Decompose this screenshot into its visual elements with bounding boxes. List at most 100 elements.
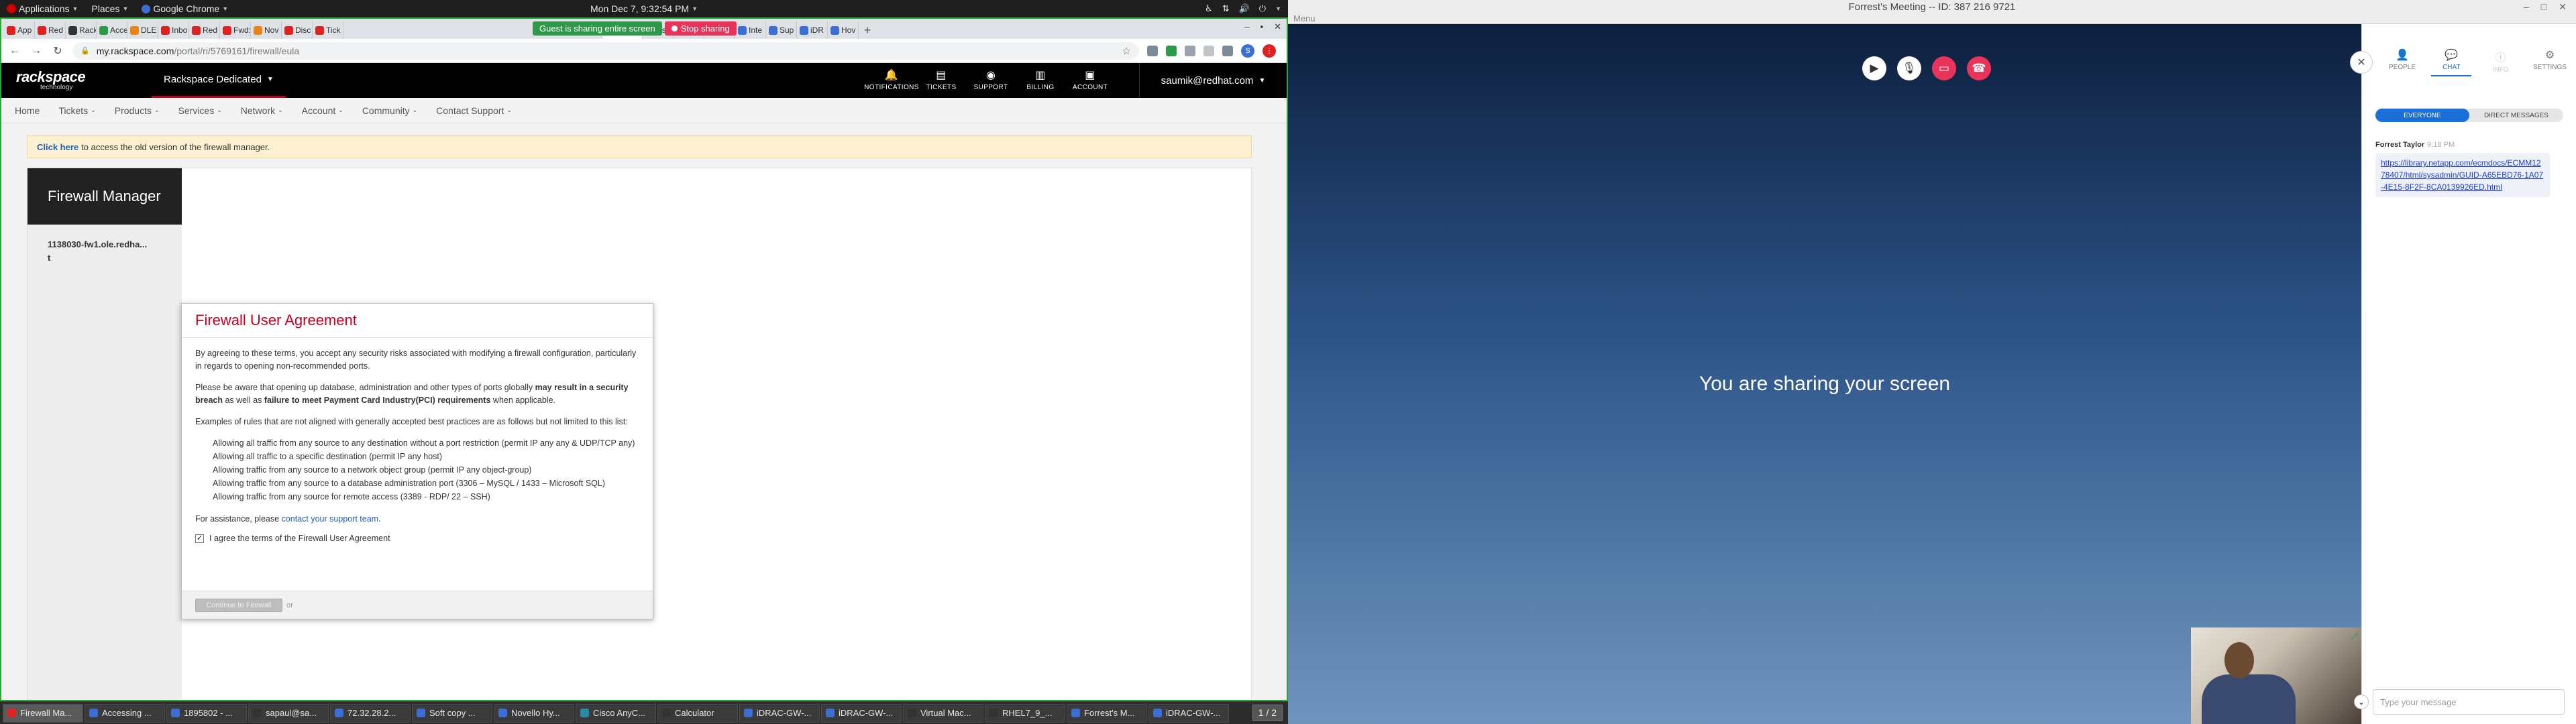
scroll-down-icon[interactable]: ⌄ bbox=[2354, 695, 2369, 709]
taskbar-item[interactable]: Cisco AnyC... bbox=[576, 703, 656, 723]
browser-tab[interactable]: Acce bbox=[97, 21, 127, 39]
header-billing[interactable]: ▥ BILLING bbox=[1016, 63, 1065, 98]
new-tab-button[interactable]: + bbox=[859, 21, 876, 39]
cancel-link[interactable]: or bbox=[286, 601, 293, 609]
extension-icon[interactable] bbox=[1166, 45, 1177, 56]
extension-icon[interactable] bbox=[1147, 45, 1158, 56]
taskbar-item[interactable]: sapaul@sa... bbox=[248, 703, 329, 723]
reload-icon[interactable]: ↻ bbox=[51, 44, 64, 58]
lock-icon[interactable]: 🔒 bbox=[80, 46, 90, 55]
chrome-menu-icon[interactable]: ⋮ bbox=[1263, 44, 1276, 58]
minimize-icon[interactable]: – bbox=[2524, 1, 2529, 13]
contact-support-link[interactable]: contact your support team bbox=[282, 514, 379, 524]
taskbar-item[interactable]: 72.32.28.2... bbox=[330, 703, 411, 723]
extension-icon[interactable] bbox=[1185, 45, 1195, 56]
browser-tab[interactable]: Tick bbox=[313, 21, 343, 39]
forward-icon[interactable]: → bbox=[30, 45, 43, 57]
accessibility-icon[interactable]: ♿ bbox=[1205, 3, 1213, 14]
continue-button[interactable]: Continue to Firewall bbox=[195, 598, 282, 612]
nav-services[interactable]: Services ⌄ bbox=[178, 105, 222, 116]
taskbar-item[interactable]: iDRAC-GW-... bbox=[1148, 703, 1229, 723]
browser-tab[interactable]: Hov bbox=[828, 21, 859, 39]
screen-share-button[interactable]: ▭ bbox=[1932, 56, 1956, 80]
everyone-option[interactable]: EVERYONE bbox=[2375, 109, 2469, 122]
address-bar[interactable]: 🔒 my.rackspace.com/portal/ri/5769161/fir… bbox=[72, 42, 1139, 60]
taskbar-item[interactable]: Calculator bbox=[657, 703, 738, 723]
user-menu[interactable]: saumik@redhat.com ▼ bbox=[1139, 63, 1287, 98]
camera-toggle-button[interactable]: ▶ bbox=[1862, 56, 1886, 80]
browser-tab[interactable]: Rack bbox=[66, 21, 97, 39]
nav-account[interactable]: Account ⌄ bbox=[302, 105, 343, 116]
browser-tab[interactable]: Nov bbox=[251, 21, 282, 39]
taskbar-item[interactable]: 1895802 - ... bbox=[166, 703, 247, 723]
header-notifications[interactable]: 🔔 NOTIFICATIONS bbox=[864, 63, 918, 98]
taskbar-item[interactable]: iDRAC-GW-... bbox=[821, 703, 902, 723]
taskbar-item[interactable]: Virtual Mac... bbox=[903, 703, 983, 723]
extension-icon[interactable] bbox=[1203, 45, 1214, 56]
product-switcher[interactable]: Rackspace Dedicated ▼ bbox=[152, 63, 286, 98]
close-icon[interactable]: ✕ bbox=[2559, 1, 2567, 13]
browser-tab[interactable]: DLE bbox=[127, 21, 158, 39]
back-icon[interactable]: ← bbox=[8, 45, 21, 57]
taskbar-item[interactable]: iDRAC-GW-... bbox=[739, 703, 820, 723]
browser-tab[interactable]: Red bbox=[35, 21, 66, 39]
tab-chat[interactable]: 💬 CHAT bbox=[2431, 48, 2472, 76]
minimize-icon[interactable]: – bbox=[1244, 21, 1249, 32]
clock[interactable]: Mon Dec 7, 9:32:54 PM ▼ bbox=[590, 0, 698, 17]
chat-message-input[interactable]: Type your message bbox=[2373, 689, 2565, 715]
stop-sharing-button[interactable]: Stop sharing bbox=[664, 21, 737, 36]
browser-tab[interactable]: Inbo bbox=[158, 21, 189, 39]
nav-network[interactable]: Network ⌄ bbox=[241, 105, 283, 116]
places-menu[interactable]: Places ▼ bbox=[85, 0, 135, 17]
nav-tickets[interactable]: Tickets ⌄ bbox=[58, 105, 95, 116]
power-icon[interactable]: ⏻ bbox=[1259, 3, 1266, 14]
maximize-icon[interactable]: ▪ bbox=[1260, 21, 1263, 32]
close-icon[interactable]: ✕ bbox=[1274, 21, 1281, 32]
workspace-indicator[interactable]: 1 / 2 bbox=[1252, 705, 1283, 721]
agree-label[interactable]: I agree the terms of the Firewall User A… bbox=[209, 534, 390, 543]
message-link[interactable]: https://library.netapp.com/ecmdocs/ECMM1… bbox=[2375, 153, 2550, 197]
volume-icon[interactable]: 🔊 bbox=[1239, 3, 1250, 14]
tab-people[interactable]: 👤 PEOPLE bbox=[2382, 48, 2422, 76]
nav-community[interactable]: Community ⌄ bbox=[362, 105, 417, 116]
mic-toggle-button[interactable]: 🎙 bbox=[1897, 56, 1921, 80]
extension-icon[interactable] bbox=[1222, 45, 1233, 56]
taskbar-item[interactable]: Firewall Ma... bbox=[3, 703, 83, 723]
bookmark-star-icon[interactable]: ☆ bbox=[1122, 45, 1131, 57]
applications-menu[interactable]: Applications ▼ bbox=[0, 0, 85, 17]
taskbar-item[interactable]: Soft copy ... bbox=[412, 703, 492, 723]
nav-home[interactable]: Home bbox=[15, 105, 40, 116]
profile-avatar[interactable]: S bbox=[1241, 44, 1254, 58]
active-app-label: Google Chrome bbox=[153, 3, 220, 14]
browser-tab[interactable]: App bbox=[4, 21, 35, 39]
nav-contact-support[interactable]: Contact Support ⌄ bbox=[436, 105, 512, 116]
header-support[interactable]: ◉ SUPPORT bbox=[966, 63, 1016, 98]
network-icon[interactable]: ⇅ bbox=[1222, 3, 1230, 14]
expand-video-icon[interactable]: ⤢ bbox=[2351, 631, 2357, 642]
rackspace-logo[interactable]: rackspace technology bbox=[1, 70, 149, 91]
nav-products[interactable]: Products ⌄ bbox=[115, 105, 160, 116]
taskbar-item[interactable]: Forrest's M... bbox=[1067, 703, 1147, 723]
browser-tab[interactable]: Sup bbox=[766, 21, 797, 39]
browser-tab[interactable]: Inte bbox=[735, 21, 766, 39]
browser-tab[interactable]: Fwd: bbox=[220, 21, 251, 39]
taskbar-item[interactable]: Accessing ... bbox=[85, 703, 165, 723]
zoom-menu[interactable]: Menu bbox=[1293, 13, 1316, 23]
browser-tab[interactable]: Disc bbox=[282, 21, 313, 39]
self-video-thumbnail[interactable]: ⤢ bbox=[2191, 627, 2361, 724]
chevron-down-icon[interactable]: ▼ bbox=[1275, 5, 1281, 12]
header-tickets[interactable]: ▤ TICKETS bbox=[916, 63, 966, 98]
maximize-icon[interactable]: □ bbox=[2541, 1, 2546, 13]
close-sidebar-button[interactable]: ✕ bbox=[2350, 51, 2373, 74]
tab-info[interactable]: ⓘ INFO bbox=[2481, 48, 2521, 76]
leave-meeting-button[interactable]: ☎ bbox=[1967, 56, 1991, 80]
agree-checkbox[interactable]: ✓ bbox=[195, 534, 204, 543]
taskbar-item[interactable]: RHEL7_9_... bbox=[985, 703, 1065, 723]
direct-messages-option[interactable]: DIRECT MESSAGES bbox=[2469, 109, 2563, 122]
header-account[interactable]: ▣ ACCOUNT bbox=[1065, 63, 1115, 98]
taskbar-item[interactable]: Novello Hy... bbox=[494, 703, 574, 723]
browser-tab[interactable]: iDR bbox=[797, 21, 828, 39]
active-app-menu[interactable]: Google Chrome ▼ bbox=[135, 0, 235, 17]
browser-tab[interactable]: Red bbox=[189, 21, 220, 39]
tab-settings[interactable]: ⚙ SETTINGS bbox=[2530, 48, 2570, 76]
